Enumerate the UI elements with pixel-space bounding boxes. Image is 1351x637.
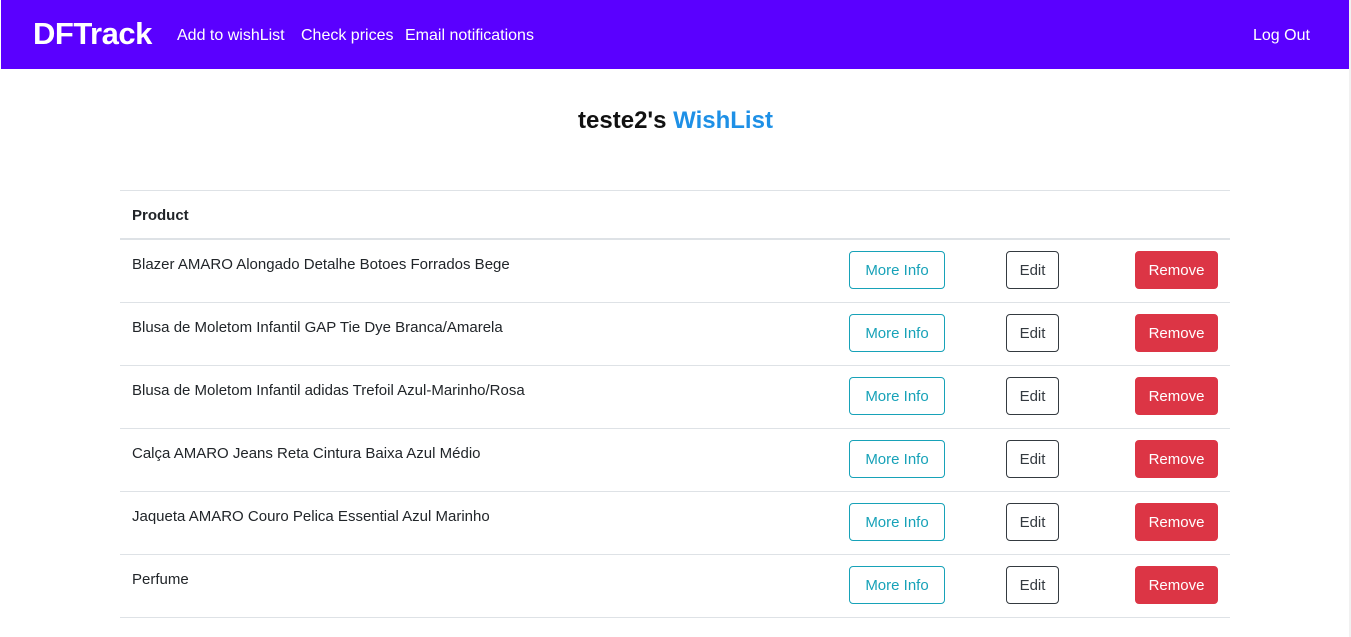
wishlist-title-accent: WishList [673, 107, 773, 134]
remove-button[interactable]: Remove [1135, 314, 1218, 352]
more-info-button[interactable]: More Info [849, 377, 945, 415]
remove-button[interactable]: Remove [1135, 440, 1218, 478]
remove-button[interactable]: Remove [1135, 251, 1218, 289]
nav-check-prices[interactable]: Check prices [301, 25, 393, 47]
remove-button[interactable]: Remove [1135, 503, 1218, 541]
wishlist-table: Product Blazer AMARO Alongado Detalhe Bo… [120, 190, 1230, 618]
logout-link[interactable]: Log Out [1253, 25, 1310, 47]
edit-button[interactable]: Edit [1006, 566, 1059, 604]
edit-button[interactable]: Edit [1006, 440, 1059, 478]
product-name: Blusa de Moletom Infantil adidas Trefoil… [132, 382, 525, 399]
more-info-button[interactable]: More Info [849, 503, 945, 541]
edit-button[interactable]: Edit [1006, 314, 1059, 352]
page-title: teste2's WishList [0, 106, 1351, 136]
table-header: Product [120, 190, 1230, 240]
remove-button[interactable]: Remove [1135, 566, 1218, 604]
edit-button[interactable]: Edit [1006, 251, 1059, 289]
product-name: Blazer AMARO Alongado Detalhe Botoes For… [132, 256, 510, 273]
edit-button[interactable]: Edit [1006, 503, 1059, 541]
top-navbar: DFTrack Add to wishList Check prices Ema… [1, 0, 1349, 69]
product-name: Calça AMARO Jeans Reta Cintura Baixa Azu… [132, 445, 481, 462]
more-info-button[interactable]: More Info [849, 566, 945, 604]
product-name: Perfume [132, 571, 189, 588]
nav-add-to-wishlist[interactable]: Add to wishList [177, 25, 285, 47]
more-info-button[interactable]: More Info [849, 314, 945, 352]
brand-logo[interactable]: DFTrack [33, 14, 152, 54]
table-row: Calça AMARO Jeans Reta Cintura Baixa Azu… [120, 429, 1230, 492]
product-name: Blusa de Moletom Infantil GAP Tie Dye Br… [132, 319, 503, 336]
more-info-button[interactable]: More Info [849, 251, 945, 289]
table-row: Blazer AMARO Alongado Detalhe Botoes For… [120, 240, 1230, 303]
more-info-button[interactable]: More Info [849, 440, 945, 478]
wishlist-owner: teste2's [578, 107, 667, 134]
remove-button[interactable]: Remove [1135, 377, 1218, 415]
table-row: Perfume More Info Edit Remove [120, 555, 1230, 618]
product-name: Jaqueta AMARO Couro Pelica Essential Azu… [132, 508, 490, 525]
column-header-product: Product [132, 207, 189, 224]
table-body: Blazer AMARO Alongado Detalhe Botoes For… [120, 240, 1230, 618]
edit-button[interactable]: Edit [1006, 377, 1059, 415]
table-row: Blusa de Moletom Infantil GAP Tie Dye Br… [120, 303, 1230, 366]
table-row: Jaqueta AMARO Couro Pelica Essential Azu… [120, 492, 1230, 555]
table-row: Blusa de Moletom Infantil adidas Trefoil… [120, 366, 1230, 429]
nav-email-notifications[interactable]: Email notifications [405, 25, 534, 47]
